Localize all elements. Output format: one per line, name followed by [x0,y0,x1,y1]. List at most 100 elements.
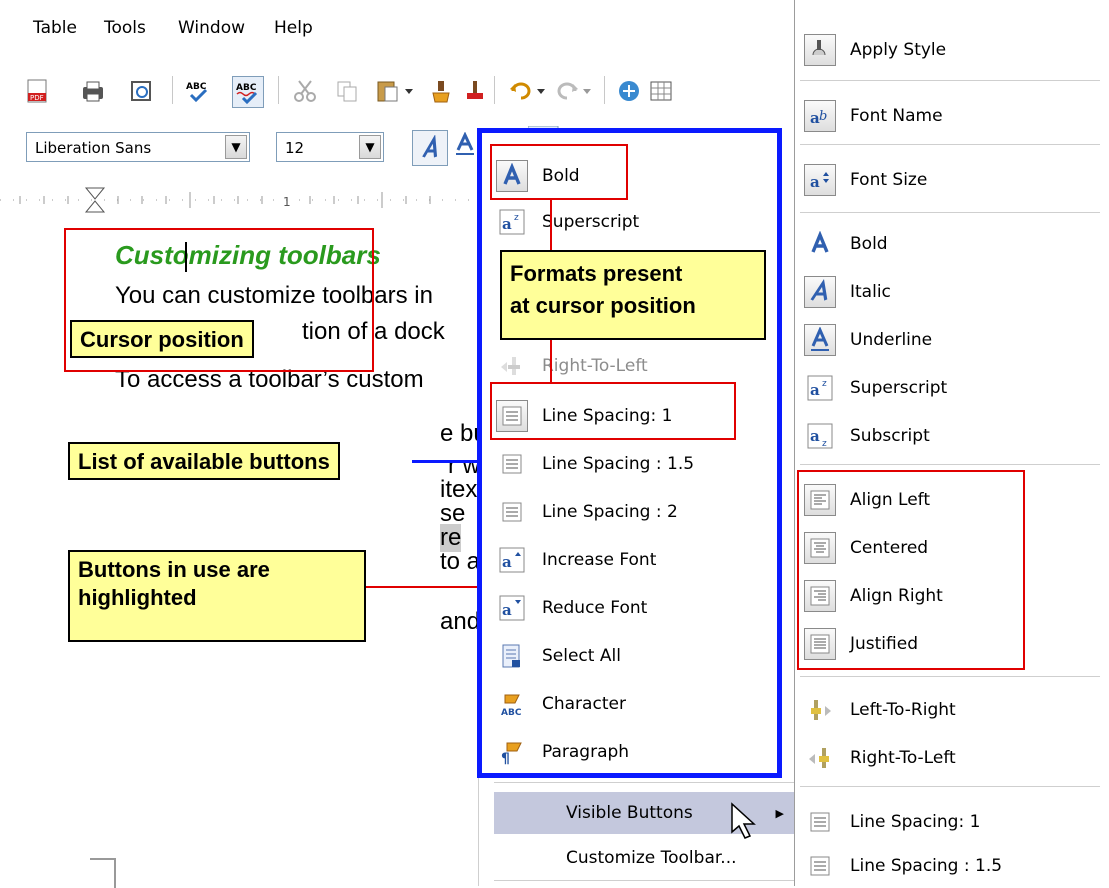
line-spacing-icon [804,850,836,882]
svg-text:z: z [822,439,827,449]
paste-icon[interactable] [374,78,400,104]
submenu-item-line-spacing-1-5[interactable]: Line Spacing : 1.5 [804,846,1002,886]
redo-dropdown-icon[interactable] [580,78,594,104]
submenu-arrow-icon: ▶ [775,806,784,820]
callout-available-buttons: List of available buttons [68,442,340,480]
doc-line: and [440,608,481,635]
submenu-item-underline[interactable]: Underline [804,320,932,360]
menu-separator [800,80,1100,81]
menu-help[interactable]: Help [274,18,313,38]
italic-icon[interactable] [412,130,448,166]
menu-bar: Table Tools Window Help [0,0,800,60]
menu-table[interactable]: Table [33,18,77,38]
menu-item-label: Line Spacing: 1 [850,812,981,832]
menu-separator [494,782,794,783]
callout-line: highlighted [78,585,197,610]
menu-item-customize-toolbar[interactable]: Customize Toolbar... [494,838,794,878]
menu-separator [800,786,1100,787]
underline-icon[interactable] [452,132,478,158]
menu-item-label: Superscript [850,378,948,398]
svg-text:PDF: PDF [30,94,44,102]
available-buttons-bluebox [477,128,782,778]
chevron-down-icon[interactable]: ▼ [225,135,247,159]
submenu-item-font-name[interactable]: ab Font Name [804,96,943,136]
spellcheck-icon[interactable]: ABC [185,78,211,104]
callout-line: Buttons in use are [78,557,270,582]
menu-item-label: Left-To-Right [850,700,956,720]
horizontal-ruler[interactable]: 1 [0,186,480,216]
menu-item-label: Italic [850,282,891,302]
menu-item-label: Right-To-Left [850,748,956,768]
cut-icon[interactable] [292,78,318,104]
chevron-down-icon[interactable]: ▼ [359,135,381,159]
menu-separator [800,464,1100,465]
print-icon[interactable] [80,78,106,104]
submenu-item-font-size[interactable]: a Font Size [804,160,927,200]
doc-line: to a [440,548,481,575]
submenu-item-italic[interactable]: Italic [804,272,891,312]
undo-dropdown-icon[interactable] [534,78,548,104]
menu-item-label: Line Spacing : 1.5 [850,856,1003,876]
redo-icon[interactable] [554,78,580,104]
clear-formatting-icon[interactable] [462,78,488,104]
submenu-item-right-to-left[interactable]: Right-To-Left [804,738,956,778]
menu-item-label: Bold [850,234,888,254]
menu-tools[interactable]: Tools [104,18,146,38]
copy-icon[interactable] [334,78,360,104]
left-to-right-icon [804,694,836,726]
menu-separator [800,144,1100,145]
svg-text:1: 1 [283,195,291,209]
underline-icon [804,324,836,356]
submenu-item-line-spacing-1[interactable]: Line Spacing: 1 [804,802,980,842]
menu-separator [800,212,1100,213]
menu-item-label: Visible Buttons [566,803,693,823]
menu-item-label: Font Size [850,170,928,190]
navigator-icon[interactable] [616,78,642,104]
svg-text:a: a [810,381,820,399]
page-corner-marker [90,858,116,888]
line-spacing-icon [804,806,836,838]
menu-item-label: Font Name [850,106,943,126]
svg-text:z: z [822,379,827,389]
bold-icon [804,228,836,260]
svg-text:b: b [819,109,827,124]
alignment-redbox [797,470,1025,670]
callout-line: Formats present [510,261,683,286]
callout-cursor-position: Cursor position [70,320,254,358]
font-size-combo[interactable]: 12 ▼ [276,132,384,162]
submenu-item-superscript[interactable]: az Superscript [804,368,947,408]
submenu-item-left-to-right[interactable]: Left-To-Right [804,690,956,730]
italic-icon [804,276,836,308]
clone-formatting-icon[interactable] [428,78,454,104]
print-preview-icon[interactable] [128,78,154,104]
right-to-left-icon [804,742,836,774]
table-icon[interactable] [648,78,674,104]
font-size-value: 12 [285,139,305,157]
menu-item-label: Subscript [850,426,930,446]
red-connector-line [550,340,552,382]
paste-dropdown-icon[interactable] [402,78,416,104]
font-name-combo[interactable]: Liberation Sans ▼ [26,132,250,162]
standard-toolbar: PDF ABC ABC [0,64,800,116]
svg-text:a: a [810,427,820,445]
submenu-item-bold[interactable]: Bold [804,224,888,264]
menu-separator [494,880,794,881]
undo-icon[interactable] [508,78,534,104]
export-pdf-icon[interactable]: PDF [24,78,50,104]
svg-text:ABC: ABC [236,83,257,93]
menu-separator [800,676,1100,677]
autospellcheck-icon[interactable]: ABC [232,76,264,108]
submenu-item-subscript[interactable]: az Subscript [804,416,930,456]
menu-window[interactable]: Window [178,18,245,38]
menu-item-label: Apply Style [850,40,947,60]
superscript-icon: az [804,372,836,404]
svg-text:a: a [810,173,820,191]
callout-formats-present: Formats present at cursor position [500,250,766,340]
callout-buttons-in-use: Buttons in use are highlighted [68,550,366,642]
menu-item-label: Customize Toolbar... [566,848,737,868]
font-size-icon: a [804,164,836,196]
font-name-icon: ab [804,100,836,132]
red-connector-line [550,200,552,250]
menu-item-label: Underline [850,330,933,350]
submenu-item-apply-style[interactable]: Apply Style [804,30,946,70]
